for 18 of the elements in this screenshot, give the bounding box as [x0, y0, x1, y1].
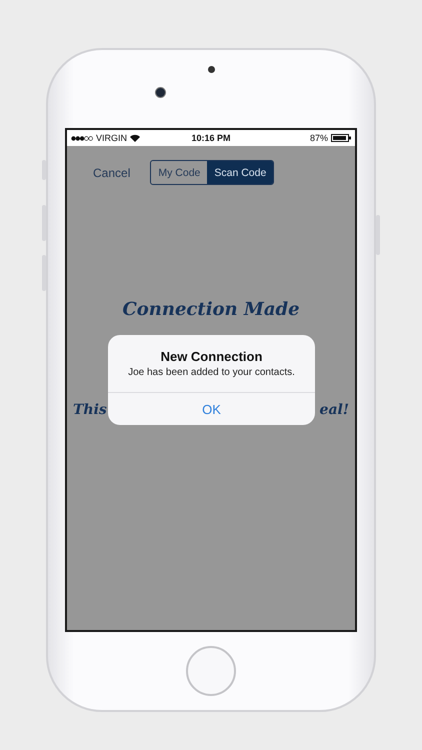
heading: Connection Made: [122, 299, 300, 320]
alert-title: New Connection: [160, 349, 262, 364]
ok-button[interactable]: OK: [108, 392, 315, 425]
segment-tab[interactable]: My Code: [151, 161, 208, 184]
wifi-icon: [130, 134, 140, 142]
battery-icon: [331, 134, 351, 142]
segment-tab[interactable]: Scan Code: [207, 161, 274, 184]
alert-message: Joe has been added to your contacts.: [128, 367, 295, 378]
home-button[interactable]: [186, 646, 236, 696]
battery-percent: 87%: [310, 133, 328, 143]
message-text: eal!: [320, 401, 349, 420]
carrier-name: VIRGIN: [96, 133, 128, 143]
signal-icon: [71, 136, 93, 140]
front-camera: [155, 87, 166, 98]
status-time: 10:16 PM: [191, 133, 231, 143]
speaker: [208, 66, 215, 73]
message-text: This: [73, 401, 107, 420]
cancel-button[interactable]: Cancel: [93, 166, 130, 180]
